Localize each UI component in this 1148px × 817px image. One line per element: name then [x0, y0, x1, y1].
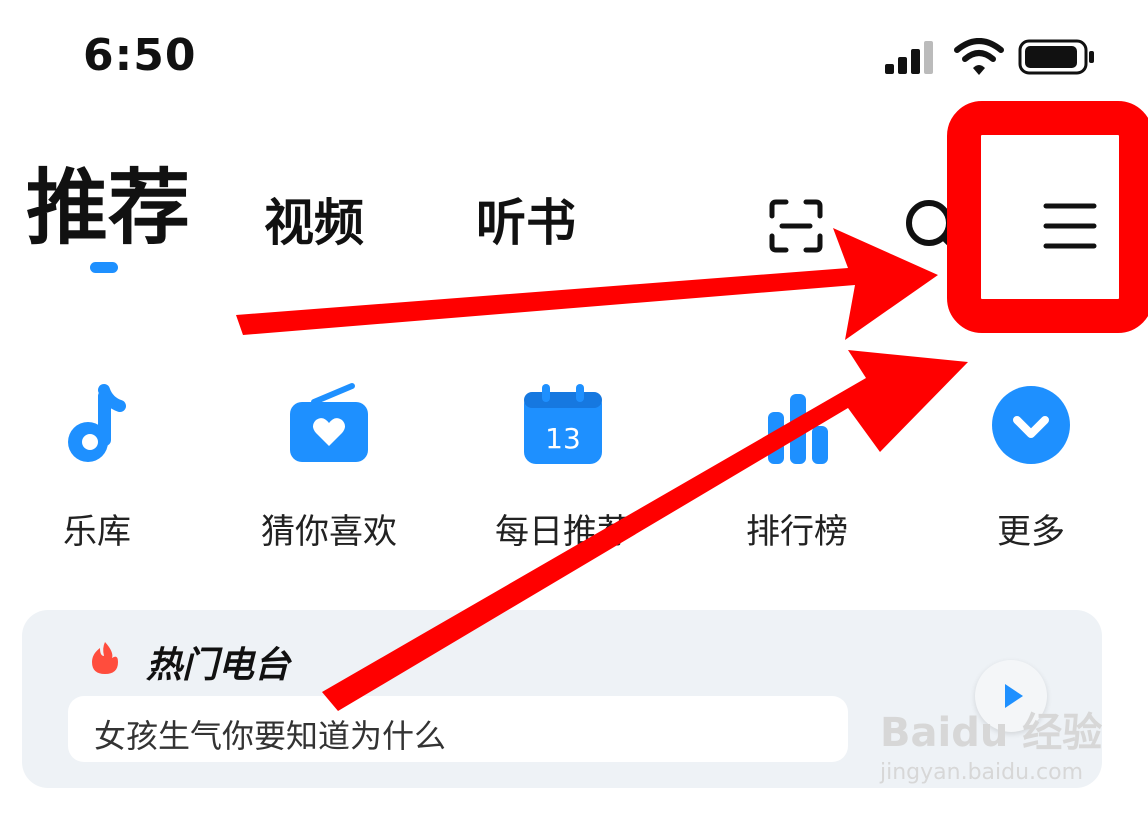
quick-entry-daily-picks[interactable]: 13 每日推荐	[488, 380, 638, 553]
hot-radio-title: 热门电台	[146, 645, 291, 686]
bar-chart-icon	[768, 394, 828, 464]
fire-icon	[92, 642, 118, 674]
quick-entry-charts[interactable]: 排行榜	[722, 380, 872, 553]
tab-indicator	[90, 262, 118, 273]
quick-entry-label: 每日推荐	[495, 512, 631, 552]
quick-entry-label: 更多	[997, 512, 1065, 552]
quick-entry-music-library[interactable]: 乐库	[22, 380, 172, 553]
battery-icon	[1018, 39, 1094, 75]
tab-video[interactable]: 视频	[264, 198, 364, 248]
calendar-icon: 13	[524, 384, 602, 464]
watermark: Baidu 经验 jingyan.baidu.com	[880, 700, 1102, 785]
status-time: 6:50	[83, 30, 197, 81]
menu-icon[interactable]	[1040, 198, 1100, 254]
quick-entry-label: 乐库	[63, 512, 131, 552]
signal-icon	[885, 41, 933, 74]
wifi-icon	[954, 38, 1004, 75]
quick-entry-more[interactable]: 更多	[956, 380, 1106, 553]
watermark-url: jingyan.baidu.com	[880, 760, 1084, 785]
tab-audiobook[interactable]: 听书	[476, 198, 576, 248]
watermark-brand: Baidu 经验	[880, 710, 1103, 756]
quick-entry-guess-you-like[interactable]: 猜你喜欢	[254, 380, 404, 553]
search-icon[interactable]	[902, 196, 964, 258]
scan-icon[interactable]	[768, 198, 824, 254]
radio-heart-icon	[290, 383, 368, 462]
hot-radio-text: 女孩生气你要知道为什么	[94, 717, 447, 755]
quick-entry-label: 排行榜	[746, 512, 848, 552]
music-note-icon	[68, 384, 126, 462]
quick-entry-label: 猜你喜欢	[261, 512, 397, 552]
calendar-day: 13	[545, 422, 581, 455]
chevron-down-icon	[992, 386, 1070, 464]
status-icons	[885, 38, 1094, 75]
tab-recommend[interactable]: 推荐	[26, 168, 190, 250]
